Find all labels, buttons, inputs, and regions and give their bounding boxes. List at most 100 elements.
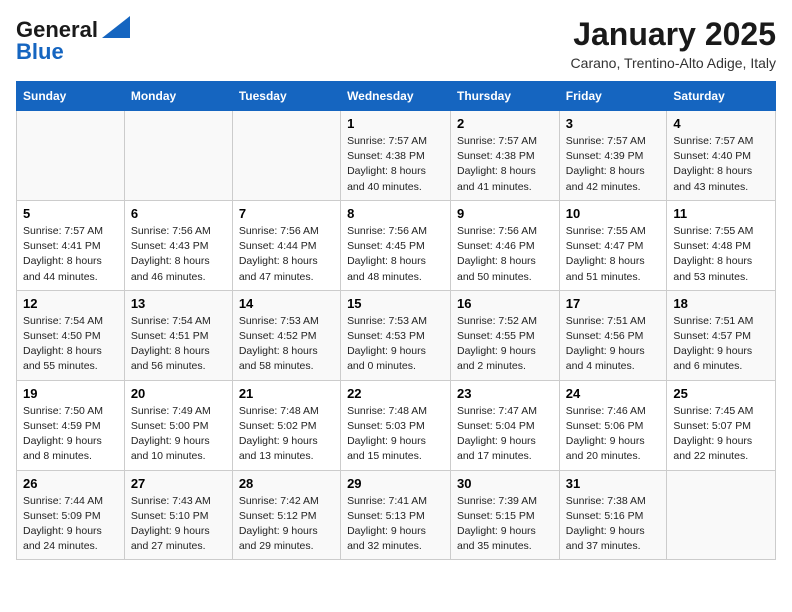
calendar-day-21: 21Sunrise: 7:48 AM Sunset: 5:02 PM Dayli…	[232, 380, 340, 470]
day-info: Sunrise: 7:53 AM Sunset: 4:53 PM Dayligh…	[347, 314, 444, 375]
day-info: Sunrise: 7:57 AM Sunset: 4:38 PM Dayligh…	[347, 134, 444, 195]
day-info: Sunrise: 7:51 AM Sunset: 4:56 PM Dayligh…	[566, 314, 661, 375]
day-number: 11	[673, 206, 769, 221]
day-number: 8	[347, 206, 444, 221]
calendar-day-22: 22Sunrise: 7:48 AM Sunset: 5:03 PM Dayli…	[341, 380, 451, 470]
calendar-day-3: 3 Sunrise: 7:57 AM Sunset: 4:39 PM Daylig…	[559, 111, 667, 201]
calendar-day-27: 27 Sunrise: 7:43 AM Sunset: 5:10 PM Dayli…	[124, 470, 232, 560]
calendar-day-7: 7 Sunrise: 7:56 AM Sunset: 4:44 PM Daylig…	[232, 200, 340, 290]
day-number: 12	[23, 296, 118, 311]
day-info: Sunrise: 7:43 AM Sunset: 5:10 PM Dayligh…	[131, 494, 226, 555]
day-number: 23	[457, 386, 553, 401]
logo: General Blue	[16, 16, 130, 65]
calendar-day-14: 14Sunrise: 7:53 AM Sunset: 4:52 PM Dayli…	[232, 290, 340, 380]
day-info: Sunrise: 7:56 AM Sunset: 4:43 PM Dayligh…	[131, 224, 226, 285]
calendar-day-20: 20 Sunrise: 7:49 AM Sunset: 5:00 PM Dayli…	[124, 380, 232, 470]
day-number: 31	[566, 476, 661, 491]
day-number: 3	[566, 116, 661, 131]
day-info: Sunrise: 7:49 AM Sunset: 5:00 PM Dayligh…	[131, 404, 226, 465]
calendar-day-26: 26 Sunrise: 7:44 AM Sunset: 5:09 PM Dayli…	[17, 470, 125, 560]
day-number: 25	[673, 386, 769, 401]
day-number: 24	[566, 386, 661, 401]
weekday-header-row: SundayMondayTuesdayWednesdayThursdayFrid…	[17, 82, 776, 111]
day-number: 5	[23, 206, 118, 221]
calendar-empty-cell	[17, 111, 125, 201]
weekday-header-friday: Friday	[559, 82, 667, 111]
day-number: 20	[131, 386, 226, 401]
calendar-week-row: 19Sunrise: 7:50 AM Sunset: 4:59 PM Dayli…	[17, 380, 776, 470]
calendar-day-10: 10Sunrise: 7:55 AM Sunset: 4:47 PM Dayli…	[559, 200, 667, 290]
calendar-day-23: 23 Sunrise: 7:47 AM Sunset: 5:04 PM Dayli…	[451, 380, 560, 470]
weekday-header-monday: Monday	[124, 82, 232, 111]
calendar-day-19: 19Sunrise: 7:50 AM Sunset: 4:59 PM Dayli…	[17, 380, 125, 470]
day-info: Sunrise: 7:41 AM Sunset: 5:13 PM Dayligh…	[347, 494, 444, 555]
calendar-day-28: 28 Sunrise: 7:42 AM Sunset: 5:12 PM Dayli…	[232, 470, 340, 560]
calendar-day-5: 5 Sunrise: 7:57 AM Sunset: 4:41 PM Daylig…	[17, 200, 125, 290]
day-number: 2	[457, 116, 553, 131]
day-info: Sunrise: 7:46 AM Sunset: 5:06 PM Dayligh…	[566, 404, 661, 465]
calendar-table: SundayMondayTuesdayWednesdayThursdayFrid…	[16, 81, 776, 560]
calendar-day-31: 31 Sunrise: 7:38 AM Sunset: 5:16 PM Dayli…	[559, 470, 667, 560]
calendar-day-25: 25 Sunrise: 7:45 AM Sunset: 5:07 PM Dayli…	[667, 380, 776, 470]
day-info: Sunrise: 7:54 AM Sunset: 4:51 PM Dayligh…	[131, 314, 226, 375]
day-number: 22	[347, 386, 444, 401]
day-info: Sunrise: 7:55 AM Sunset: 4:48 PM Dayligh…	[673, 224, 769, 285]
day-number: 1	[347, 116, 444, 131]
day-number: 9	[457, 206, 553, 221]
weekday-header-saturday: Saturday	[667, 82, 776, 111]
day-number: 30	[457, 476, 553, 491]
day-number: 18	[673, 296, 769, 311]
calendar-day-29: 29 Sunrise: 7:41 AM Sunset: 5:13 PM Dayli…	[341, 470, 451, 560]
day-number: 17	[566, 296, 661, 311]
day-number: 13	[131, 296, 226, 311]
day-number: 15	[347, 296, 444, 311]
calendar-day-13: 13 Sunrise: 7:54 AM Sunset: 4:51 PM Dayli…	[124, 290, 232, 380]
calendar-empty-cell	[232, 111, 340, 201]
weekday-header-thursday: Thursday	[451, 82, 560, 111]
calendar-title: January 2025	[571, 16, 776, 53]
day-info: Sunrise: 7:57 AM Sunset: 4:38 PM Dayligh…	[457, 134, 553, 195]
day-number: 19	[23, 386, 118, 401]
calendar-week-row: 5 Sunrise: 7:57 AM Sunset: 4:41 PM Daylig…	[17, 200, 776, 290]
day-info: Sunrise: 7:39 AM Sunset: 5:15 PM Dayligh…	[457, 494, 553, 555]
day-number: 28	[239, 476, 334, 491]
day-info: Sunrise: 7:47 AM Sunset: 5:04 PM Dayligh…	[457, 404, 553, 465]
calendar-day-16: 16Sunrise: 7:52 AM Sunset: 4:55 PM Dayli…	[451, 290, 560, 380]
day-info: Sunrise: 7:42 AM Sunset: 5:12 PM Dayligh…	[239, 494, 334, 555]
day-info: Sunrise: 7:57 AM Sunset: 4:40 PM Dayligh…	[673, 134, 769, 195]
calendar-empty-cell	[124, 111, 232, 201]
calendar-day-24: 24 Sunrise: 7:46 AM Sunset: 5:06 PM Dayli…	[559, 380, 667, 470]
calendar-day-12: 12 Sunrise: 7:54 AM Sunset: 4:50 PM Dayli…	[17, 290, 125, 380]
day-number: 4	[673, 116, 769, 131]
weekday-header-sunday: Sunday	[17, 82, 125, 111]
day-info: Sunrise: 7:54 AM Sunset: 4:50 PM Dayligh…	[23, 314, 118, 375]
page-header: General Blue January 2025 Carano, Trenti…	[16, 16, 776, 71]
day-number: 6	[131, 206, 226, 221]
calendar-day-18: 18 Sunrise: 7:51 AM Sunset: 4:57 PM Dayli…	[667, 290, 776, 380]
day-number: 7	[239, 206, 334, 221]
calendar-day-15: 15 Sunrise: 7:53 AM Sunset: 4:53 PM Dayli…	[341, 290, 451, 380]
day-info: Sunrise: 7:57 AM Sunset: 4:39 PM Dayligh…	[566, 134, 661, 195]
day-number: 29	[347, 476, 444, 491]
calendar-week-row: 1 Sunrise: 7:57 AM Sunset: 4:38 PM Daylig…	[17, 111, 776, 201]
day-info: Sunrise: 7:45 AM Sunset: 5:07 PM Dayligh…	[673, 404, 769, 465]
logo-text-blue: Blue	[16, 39, 64, 65]
day-info: Sunrise: 7:56 AM Sunset: 4:44 PM Dayligh…	[239, 224, 334, 285]
title-block: January 2025 Carano, Trentino-Alto Adige…	[571, 16, 776, 71]
day-info: Sunrise: 7:56 AM Sunset: 4:45 PM Dayligh…	[347, 224, 444, 285]
day-number: 27	[131, 476, 226, 491]
calendar-day-1: 1 Sunrise: 7:57 AM Sunset: 4:38 PM Daylig…	[341, 111, 451, 201]
calendar-subtitle: Carano, Trentino-Alto Adige, Italy	[571, 55, 776, 71]
calendar-day-11: 11 Sunrise: 7:55 AM Sunset: 4:48 PM Dayli…	[667, 200, 776, 290]
day-number: 10	[566, 206, 661, 221]
weekday-header-wednesday: Wednesday	[341, 82, 451, 111]
day-info: Sunrise: 7:53 AM Sunset: 4:52 PM Dayligh…	[239, 314, 334, 375]
day-info: Sunrise: 7:38 AM Sunset: 5:16 PM Dayligh…	[566, 494, 661, 555]
day-number: 26	[23, 476, 118, 491]
day-info: Sunrise: 7:44 AM Sunset: 5:09 PM Dayligh…	[23, 494, 118, 555]
day-info: Sunrise: 7:51 AM Sunset: 4:57 PM Dayligh…	[673, 314, 769, 375]
calendar-day-30: 30 Sunrise: 7:39 AM Sunset: 5:15 PM Dayli…	[451, 470, 560, 560]
day-info: Sunrise: 7:48 AM Sunset: 5:02 PM Dayligh…	[239, 404, 334, 465]
calendar-week-row: 26 Sunrise: 7:44 AM Sunset: 5:09 PM Dayli…	[17, 470, 776, 560]
day-info: Sunrise: 7:57 AM Sunset: 4:41 PM Dayligh…	[23, 224, 118, 285]
